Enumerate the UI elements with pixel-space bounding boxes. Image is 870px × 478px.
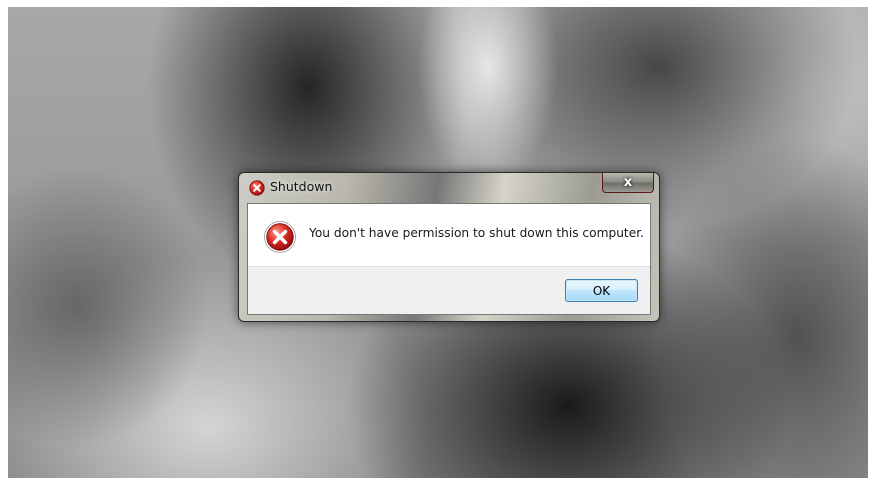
dialog-title: Shutdown	[270, 179, 333, 194]
error-icon	[249, 180, 265, 196]
dialog-client-area: You don't have permission to shut down t…	[247, 203, 651, 315]
close-icon: x	[623, 175, 633, 190]
ok-button-label: OK	[592, 283, 611, 298]
message-area: You don't have permission to shut down t…	[248, 204, 650, 266]
ok-button[interactable]: OK	[565, 279, 638, 302]
close-button[interactable]: x	[602, 173, 654, 193]
error-icon	[264, 221, 296, 253]
dialog-titlebar[interactable]: Shutdown x	[239, 173, 659, 201]
shutdown-dialog: Shutdown x You don't have permission to …	[238, 172, 660, 322]
screenshot-frame: Shutdown x You don't have permission to …	[0, 0, 870, 478]
blurred-desktop-background: Shutdown x You don't have permission to …	[8, 7, 868, 478]
button-bar: OK	[248, 266, 650, 314]
error-message: You don't have permission to shut down t…	[309, 226, 644, 240]
